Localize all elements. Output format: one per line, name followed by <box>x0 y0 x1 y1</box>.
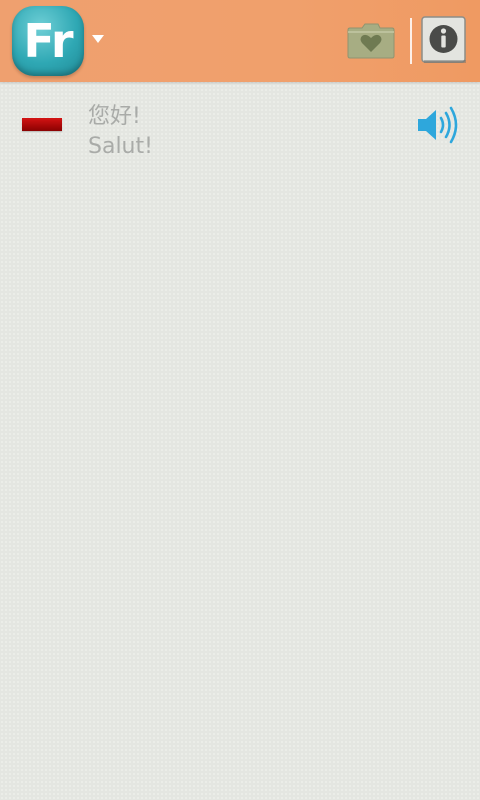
language-logo[interactable]: Fr <box>12 6 84 76</box>
info-icon[interactable] <box>421 16 467 64</box>
top-bar: Fr <box>0 0 480 82</box>
phrase-target-text: Salut! <box>88 134 153 159</box>
header-divider <box>410 18 412 64</box>
speaker-icon[interactable] <box>414 102 462 148</box>
list-item[interactable]: 您好! Salut! <box>0 92 480 172</box>
chevron-down-icon[interactable] <box>92 35 104 43</box>
flag-icon <box>22 118 62 131</box>
phrase-source-text: 您好! <box>88 104 141 129</box>
heart-folder-icon[interactable] <box>346 20 396 62</box>
